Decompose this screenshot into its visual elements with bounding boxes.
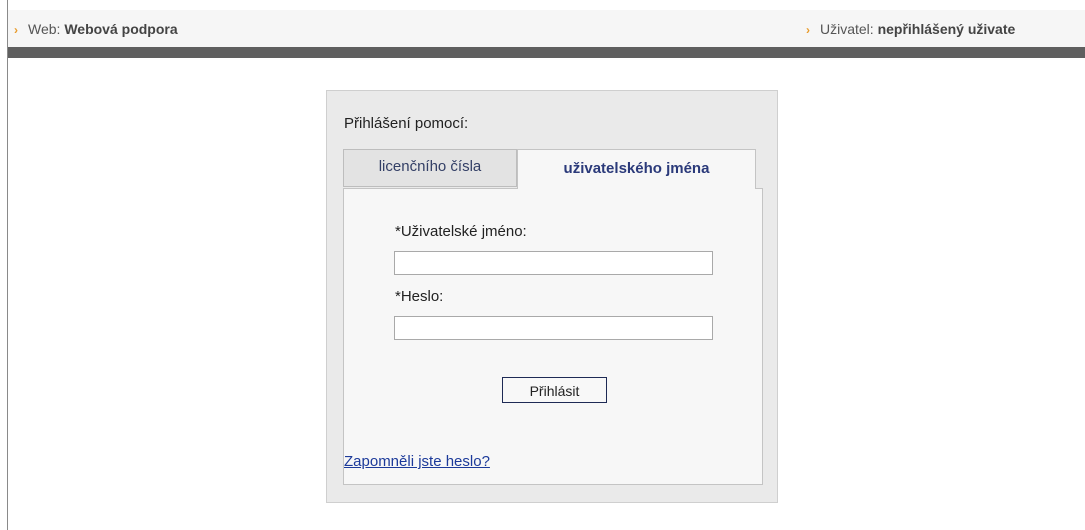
user-value: nepřihlášený uživate [877,21,1016,37]
password-label: *Heslo: [395,288,444,305]
password-input[interactable] [394,316,713,340]
web-label: Web: [28,21,61,37]
login-form: *Uživatelské jméno: *Heslo: [343,188,763,485]
user-breadcrumb: › Uživatel: nepřihlášený uživate [806,21,1085,37]
login-title: Přihlášení pomocí: [344,115,469,132]
tab-username[interactable]: uživatelského jména [517,149,756,189]
chevron-right-icon: › [14,23,18,37]
tab-label: uživatelského jména [563,160,710,177]
header-divider-bar [8,47,1085,58]
forgot-password-link[interactable]: Zapomněli jste heslo? [344,453,490,470]
username-input[interactable] [394,251,713,275]
web-breadcrumb: › Web: Webová podpora [14,21,178,37]
chevron-right-icon: › [806,23,810,37]
user-label: Uživatel: [820,21,874,37]
left-border-line [7,0,8,530]
tab-label: licenčního čísla [378,158,482,175]
login-panel: Přihlášení pomocí: licenčního čísla uživ… [326,90,778,503]
web-value: Webová podpora [64,21,178,37]
login-button[interactable]: Přihlásit [502,377,607,403]
username-label: *Uživatelské jméno: [395,223,527,240]
tab-license-number[interactable]: licenčního čísla [343,149,517,187]
